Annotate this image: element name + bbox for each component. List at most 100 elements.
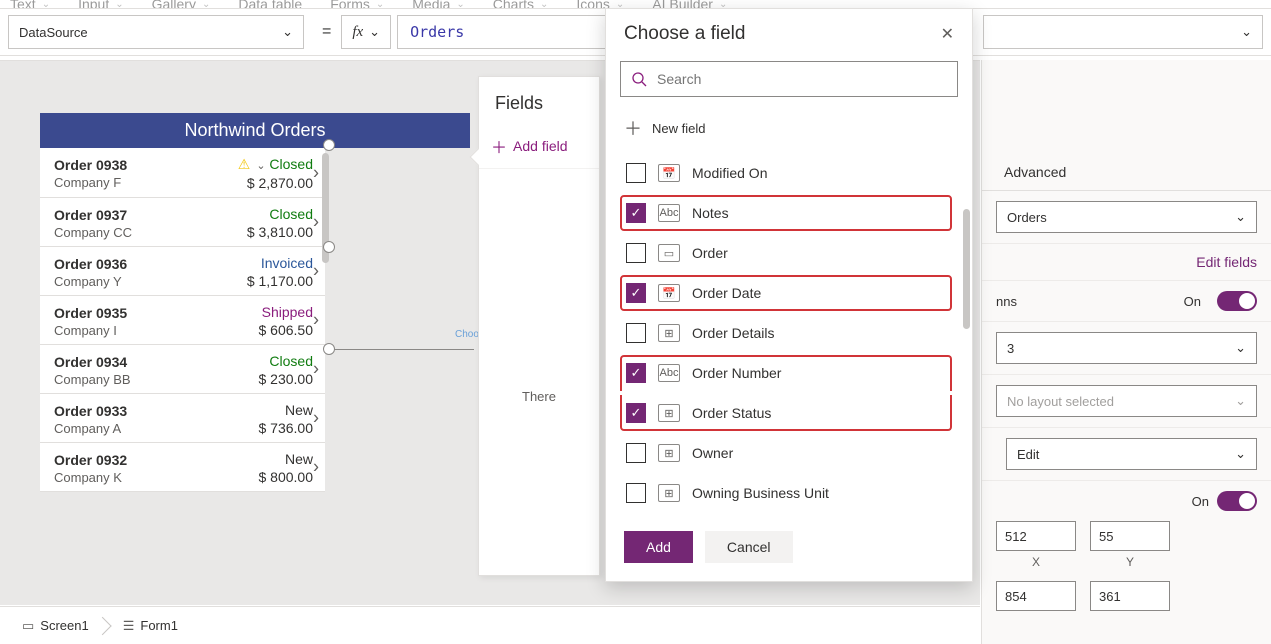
x-label: X (1032, 555, 1040, 569)
order-row[interactable]: Order 0937Company CCClosed$ 3,810.00› (40, 198, 325, 247)
field-name: Order Date (692, 285, 761, 301)
edit-fields-link[interactable]: Edit fields (1196, 254, 1257, 270)
property-dropdown[interactable]: DataSource ⌄ (8, 15, 304, 49)
mode-dropdown[interactable]: Edit ⌄ (1006, 438, 1257, 470)
tab-advanced[interactable]: Advanced (990, 152, 1080, 190)
fx-button[interactable]: fx ⌄ (341, 15, 391, 49)
search-icon (631, 71, 647, 87)
snap-toggle[interactable] (1217, 291, 1257, 311)
field-option[interactable]: ✓ Abc Notes (620, 193, 960, 233)
layout-dropdown[interactable]: No layout selected ⌄ (996, 385, 1257, 417)
insert-ribbon: Text⌄ Input⌄ Gallery⌄ Data table Forms⌄ … (0, 0, 1271, 8)
field-option[interactable]: ✓📅Order Date (620, 273, 960, 313)
field-checkbox[interactable] (626, 323, 646, 343)
order-row[interactable]: Order 0934Company BBClosed$ 230.00› (40, 345, 325, 394)
order-company: Company A (54, 421, 223, 436)
field-checkbox[interactable]: ✓ (626, 283, 646, 303)
chevron-down-icon: ⌄ (1235, 446, 1246, 462)
crumb-label: Screen1 (40, 618, 88, 633)
field-type-icon: ⊞ (658, 324, 680, 342)
x-input[interactable]: 512 (996, 521, 1076, 551)
orders-gallery[interactable]: Northwind Orders Order 0938Company F⚠⌄ C… (40, 113, 325, 492)
property-name: DataSource (19, 25, 88, 40)
field-option[interactable]: ⊞Owner (620, 433, 960, 473)
field-name: Notes (692, 205, 729, 221)
resize-handle[interactable] (323, 241, 335, 253)
order-row[interactable]: Order 0933Company ANew$ 736.00› (40, 394, 325, 443)
plus-icon: ＋ (491, 134, 507, 158)
visible-toggle[interactable] (1217, 491, 1257, 511)
add-field-button[interactable]: ＋ Add field (479, 128, 599, 169)
order-amount: $ 606.50 (223, 322, 313, 338)
order-row[interactable]: Order 0932Company KNew$ 800.00› (40, 443, 325, 492)
fields-panel-title: Fields (479, 77, 599, 128)
close-icon[interactable]: ✕ (941, 24, 954, 44)
chevron-right-icon: › (313, 261, 319, 282)
add-button[interactable]: Add (624, 531, 693, 563)
cancel-button[interactable]: Cancel (705, 531, 793, 563)
fx-label: fx (352, 24, 363, 41)
field-name: Order Number (692, 365, 781, 381)
chevron-right-icon: › (313, 408, 319, 429)
equals-sign: = (312, 23, 341, 41)
field-option[interactable]: ▭Order (620, 233, 960, 273)
order-amount: $ 2,870.00 (223, 175, 313, 191)
field-checkbox[interactable]: ✓ (626, 363, 646, 383)
field-type-icon: Abc (658, 364, 680, 382)
order-row[interactable]: Order 0938Company F⚠⌄ Closed$ 2,870.00› (40, 148, 325, 198)
order-company: Company Y (54, 274, 223, 289)
field-list-scrollbar[interactable] (963, 209, 970, 329)
field-type-icon: Abc (658, 204, 680, 222)
order-row[interactable]: Order 0935Company IShipped$ 606.50› (40, 296, 325, 345)
chevron-down-icon: ⌄ (1241, 24, 1252, 40)
field-checkbox[interactable]: ✓ (626, 403, 646, 423)
field-name: Order (692, 245, 728, 261)
order-status: Shipped (223, 304, 313, 320)
field-option[interactable]: ⊞Order Details (620, 313, 960, 353)
field-checkbox[interactable] (626, 483, 646, 503)
order-number: Order 0937 (54, 207, 223, 223)
order-status: New (223, 451, 313, 467)
field-checkbox[interactable]: ✓ (626, 203, 646, 223)
field-option[interactable]: 📅Modified On (620, 153, 960, 193)
new-field-button[interactable]: ＋ New field (606, 107, 972, 149)
chevron-right-icon: › (313, 212, 319, 233)
y-input[interactable]: 55 (1090, 521, 1170, 551)
order-number: Order 0938 (54, 157, 223, 173)
field-option[interactable]: ✓⊞Order Status (620, 393, 960, 433)
chevron-right-icon: › (313, 359, 319, 380)
field-type-icon: ⊞ (658, 444, 680, 462)
mode-value: Edit (1017, 447, 1039, 462)
field-type-icon: 📅 (658, 164, 680, 182)
resize-handle[interactable] (323, 139, 335, 151)
order-row[interactable]: Order 0936Company YInvoiced$ 1,170.00› (40, 247, 325, 296)
search-input[interactable] (657, 71, 947, 87)
field-checkbox[interactable] (626, 243, 646, 263)
chevron-down-icon: ⌄ (282, 24, 293, 40)
picker-search[interactable] (620, 61, 958, 97)
columns-dropdown[interactable]: 3 ⌄ (996, 332, 1257, 364)
chevron-down-icon: ⌄ (1235, 340, 1246, 356)
field-option[interactable]: ✓ Abc Order Number (620, 353, 960, 393)
order-status: New (223, 402, 313, 418)
crumb-screen[interactable]: ▭ Screen1 (12, 614, 99, 638)
height-input[interactable]: 361 (1090, 581, 1170, 611)
field-checkbox[interactable] (626, 163, 646, 183)
add-field-label: Add field (513, 138, 567, 154)
order-number: Order 0933 (54, 403, 223, 419)
y-label: Y (1126, 555, 1134, 569)
order-number: Order 0935 (54, 305, 223, 321)
chevron-right-icon: › (313, 457, 319, 478)
data-source-dropdown[interactable]: Orders ⌄ (996, 201, 1257, 233)
order-number: Order 0932 (54, 452, 223, 468)
width-input[interactable]: 854 (996, 581, 1076, 611)
warning-icon: ⚠ (238, 156, 251, 172)
fields-empty-text: There (479, 169, 599, 404)
data-source-value: Orders (1007, 210, 1047, 225)
formula-result-dropdown[interactable]: ⌄ (983, 15, 1263, 49)
field-option[interactable]: ⊞Owning Business Unit (620, 473, 960, 513)
crumb-form[interactable]: ☰ Form1 (113, 614, 188, 638)
field-name: Owning Business Unit (692, 485, 829, 501)
field-checkbox[interactable] (626, 443, 646, 463)
order-amount: $ 1,170.00 (223, 273, 313, 289)
